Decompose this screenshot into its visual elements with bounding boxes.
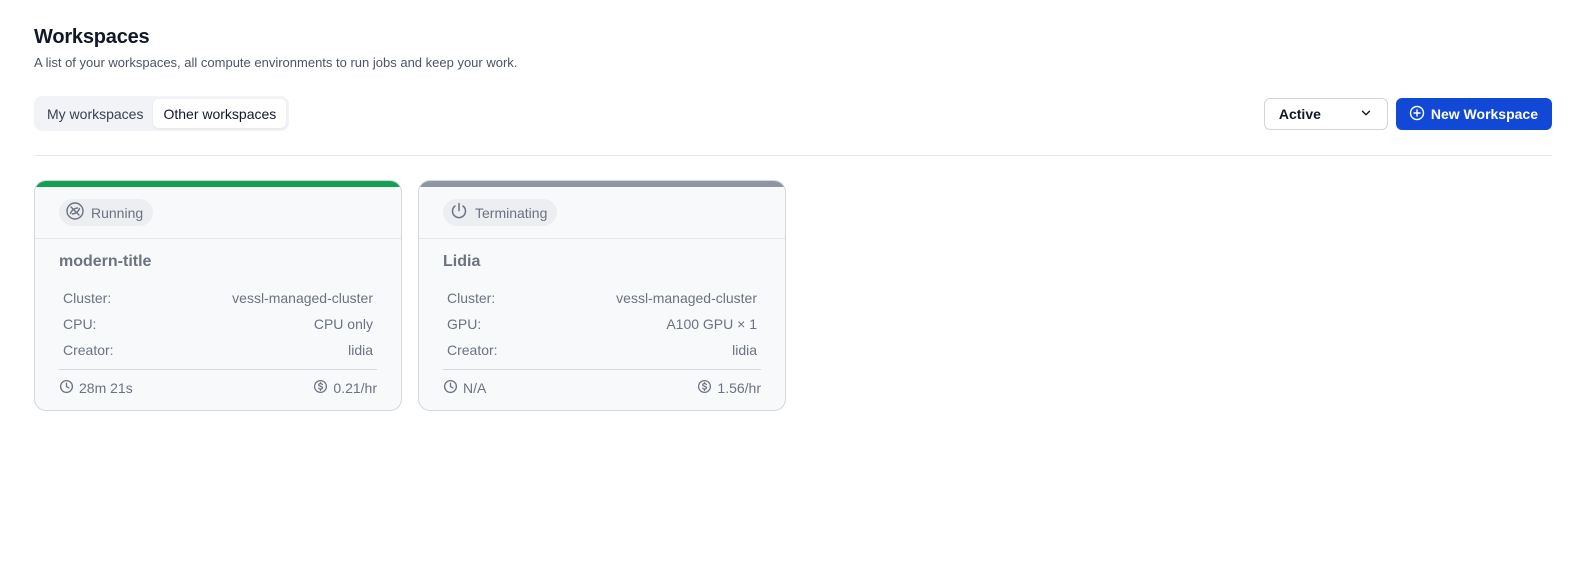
cost-text: 0.21/hr <box>333 380 377 396</box>
spec-row: CPU: CPU only <box>59 311 377 337</box>
spec-row: Creator: lidia <box>443 337 761 363</box>
card-header: Running <box>35 187 401 239</box>
spec-label: GPU: <box>447 316 482 332</box>
clock-icon <box>59 379 74 397</box>
workspace-tabs: My workspaces Other workspaces <box>34 96 290 131</box>
card-header: Terminating <box>419 187 785 239</box>
status-text: Terminating <box>475 204 548 221</box>
spec-label: Cluster: <box>63 290 112 306</box>
workspace-card[interactable]: Terminating Lidia Cluster: vessl-managed… <box>418 180 786 411</box>
workspace-card-list: Running modern-title Cluster: vessl-mana… <box>34 180 786 411</box>
spec-value: vessl-managed-cluster <box>616 290 757 306</box>
card-footer: 28m 21s 0.21/hr <box>59 369 377 397</box>
spec-label: CPU: <box>63 316 97 332</box>
status-filter-select[interactable]: Active <box>1263 98 1388 130</box>
running-spinner-icon <box>65 201 85 224</box>
new-workspace-label: New Workspace <box>1430 106 1538 122</box>
status-badge: Terminating <box>443 199 558 226</box>
card-footer: N/A 1.56/hr <box>443 369 761 397</box>
duration: N/A <box>443 379 486 397</box>
status-text: Running <box>91 204 144 221</box>
spec-value: lidia <box>732 342 757 358</box>
dollar-circle-icon <box>697 379 712 397</box>
toolbar-right: Active New Workspace <box>1263 98 1552 130</box>
chevron-down-icon <box>1359 106 1373 123</box>
plus-circle-icon <box>1409 105 1425 124</box>
power-icon <box>449 201 469 224</box>
clock-icon <box>443 379 458 397</box>
cost-text: 1.56/hr <box>717 380 761 396</box>
spec-row: Cluster: vessl-managed-cluster <box>443 285 761 311</box>
spec-value: A100 GPU × 1 <box>666 316 757 332</box>
spec-label: Creator: <box>63 342 114 358</box>
duration-text: N/A <box>463 380 487 396</box>
workspace-card[interactable]: Running modern-title Cluster: vessl-mana… <box>34 180 402 411</box>
status-badge: Running <box>59 199 154 226</box>
page-title: Workspaces <box>34 26 150 48</box>
spec-row: GPU: A100 GPU × 1 <box>443 311 761 337</box>
spec-label: Cluster: <box>447 290 496 306</box>
tab-other-workspaces[interactable]: Other workspaces <box>153 99 287 128</box>
spec-row: Creator: lidia <box>59 337 377 363</box>
card-body: Lidia Cluster: vessl-managed-cluster GPU… <box>419 239 785 397</box>
duration-text: 28m 21s <box>79 380 133 396</box>
cost: 1.56/hr <box>697 379 761 397</box>
spec-value: vessl-managed-cluster <box>232 290 373 306</box>
status-filter-value: Active <box>1278 106 1321 122</box>
duration: 28m 21s <box>59 379 133 397</box>
header-divider <box>34 155 1552 156</box>
cost: 0.21/hr <box>313 379 377 397</box>
workspaces-page: Workspaces A list of your workspaces, al… <box>0 0 1586 563</box>
page-subtitle: A list of your workspaces, all compute e… <box>34 55 518 70</box>
workspace-name: modern-title <box>59 253 152 270</box>
spec-row: Cluster: vessl-managed-cluster <box>59 285 377 311</box>
card-body: modern-title Cluster: vessl-managed-clus… <box>35 239 401 397</box>
dollar-circle-icon <box>313 379 328 397</box>
tab-my-workspaces[interactable]: My workspaces <box>37 99 153 128</box>
spec-value: lidia <box>348 342 373 358</box>
new-workspace-button[interactable]: New Workspace <box>1395 98 1552 130</box>
workspace-name: Lidia <box>443 253 481 270</box>
spec-label: Creator: <box>447 342 498 358</box>
spec-value: CPU only <box>313 316 373 332</box>
